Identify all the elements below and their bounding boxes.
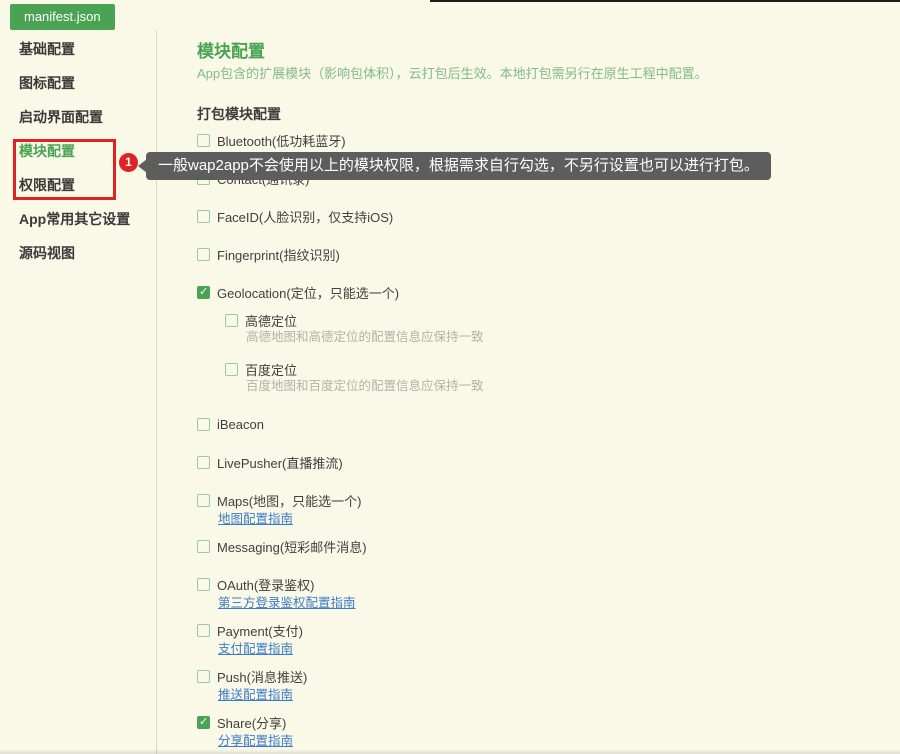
checkbox-checked-icon[interactable]: [197, 716, 210, 729]
module-label: 百度定位: [245, 360, 297, 379]
module-guide-link-wrap: 地图配置指南: [218, 512, 900, 526]
module-row-line: iBeacon: [197, 417, 900, 431]
module-row: 百度定位百度地图和百度定位的配置信息应保持一致: [225, 362, 900, 393]
module-label: Fingerprint(指纹识别): [217, 245, 340, 264]
module-row-line: 百度定位: [225, 362, 900, 376]
module-description: 高德地图和高德定位的配置信息应保持一致: [246, 330, 900, 344]
sidebar-nav: 基础配置图标配置启动界面配置模块配置权限配置App常用其它设置源码视图: [0, 32, 156, 270]
module-row: Messaging(短彩邮件消息): [197, 539, 900, 553]
module-row-line: Share(分享): [197, 715, 900, 729]
module-label: Push(消息推送): [217, 667, 307, 686]
module-row: Push(消息推送) 推送配置指南: [197, 669, 900, 702]
checkbox-icon[interactable]: [197, 210, 210, 223]
module-label: FaceID(人脸识别，仅支持iOS): [217, 207, 393, 226]
module-label: Payment(支付): [217, 621, 303, 640]
module-guide-link[interactable]: 分享配置指南: [218, 734, 293, 748]
module-guide-link-wrap: 支付配置指南: [218, 642, 900, 656]
tab-manifest-json[interactable]: manifest.json: [10, 4, 115, 30]
checkbox-icon[interactable]: [225, 314, 238, 327]
checkbox-icon[interactable]: [197, 540, 210, 553]
module-guide-link-wrap: 第三方登录鉴权配置指南: [218, 596, 900, 610]
sidebar-item-6[interactable]: 源码视图: [0, 236, 156, 270]
config-sidebar: 基础配置图标配置启动界面配置模块配置权限配置App常用其它设置源码视图: [0, 30, 157, 754]
checkbox-icon[interactable]: [197, 670, 210, 683]
section-title: 打包模块配置: [197, 106, 900, 123]
sidebar-item-1[interactable]: 图标配置: [0, 66, 156, 100]
checkbox-icon[interactable]: [225, 363, 238, 376]
module-row: OAuth(登录鉴权) 第三方登录鉴权配置指南: [197, 577, 900, 610]
module-row: Share(分享)分享配置指南微信分享: [197, 715, 900, 754]
module-label: Maps(地图，只能选一个): [217, 491, 361, 510]
page-subtitle: App包含的扩展模块（影响包体积），云打包后生效。本地打包需另行在原生工程中配置…: [197, 65, 900, 82]
module-row: 高德定位高德地图和高德定位的配置信息应保持一致: [225, 313, 900, 344]
module-label: Geolocation(定位，只能选一个): [217, 283, 399, 302]
module-row: Payment(支付) 支付配置指南: [197, 623, 900, 656]
module-label: Share(分享): [217, 713, 286, 732]
module-row: LivePusher(直播推流): [197, 455, 900, 469]
checkbox-checked-icon[interactable]: [197, 286, 210, 299]
page-title: 模块配置: [197, 42, 900, 62]
module-row: Fingerprint(指纹识别): [197, 247, 900, 261]
module-row: FaceID(人脸识别，仅支持iOS): [197, 209, 900, 223]
module-guide-link[interactable]: 支付配置指南: [218, 642, 293, 656]
sidebar-item-4[interactable]: 权限配置: [0, 168, 156, 202]
sidebar-item-5[interactable]: App常用其它设置: [0, 202, 156, 236]
module-row-line: Payment(支付): [197, 623, 900, 637]
checkbox-icon[interactable]: [197, 248, 210, 261]
module-description: 百度地图和百度定位的配置信息应保持一致: [246, 379, 900, 393]
module-row: iBeacon: [197, 417, 900, 431]
sidebar-item-2[interactable]: 启动界面配置: [0, 100, 156, 134]
module-label: LivePusher(直播推流): [217, 453, 343, 472]
module-row-line: FaceID(人脸识别，仅支持iOS): [197, 209, 900, 223]
module-row-line: Maps(地图，只能选一个): [197, 493, 900, 507]
module-list: Bluetooth(低功耗蓝牙)Contact(通讯录)FaceID(人脸识别，…: [197, 133, 900, 754]
module-row-line: Push(消息推送): [197, 669, 900, 683]
annotation-tooltip: 一般wap2app不会使用以上的模块权限，根据需求自行勾选，不另行设置也可以进行…: [146, 152, 771, 180]
module-children: 高德定位高德地图和高德定位的配置信息应保持一致百度定位百度地图和百度定位的配置信…: [225, 313, 900, 393]
checkbox-icon[interactable]: [197, 134, 210, 147]
module-row: Bluetooth(低功耗蓝牙): [197, 133, 900, 147]
checkbox-icon[interactable]: [197, 578, 210, 591]
checkbox-icon[interactable]: [197, 418, 210, 431]
module-row-line: Messaging(短彩邮件消息): [197, 539, 900, 553]
module-guide-link[interactable]: 推送配置指南: [218, 688, 293, 702]
checkbox-icon[interactable]: [197, 624, 210, 637]
module-guide-link[interactable]: 第三方登录鉴权配置指南: [218, 596, 356, 610]
module-guide-link-wrap: 分享配置指南: [218, 734, 900, 748]
module-row: Geolocation(定位，只能选一个) 高德定位高德地图和高德定位的配置信息应…: [197, 285, 900, 393]
main-layout: 基础配置图标配置启动界面配置模块配置权限配置App常用其它设置源码视图 模块配置…: [0, 30, 900, 754]
module-row-line: Fingerprint(指纹识别): [197, 247, 900, 261]
annotation-step-badge: 1: [119, 153, 138, 172]
module-row-line: LivePusher(直播推流): [197, 455, 900, 469]
module-guide-link-wrap: 推送配置指南: [218, 688, 900, 702]
module-label: Messaging(短彩邮件消息): [217, 537, 367, 556]
checkbox-icon[interactable]: [197, 456, 210, 469]
module-label: OAuth(登录鉴权): [217, 575, 315, 594]
module-row-line: Geolocation(定位，只能选一个): [197, 285, 900, 299]
module-label: Bluetooth(低功耗蓝牙): [217, 131, 346, 150]
checkbox-icon[interactable]: [197, 494, 210, 507]
module-row-line: OAuth(登录鉴权): [197, 577, 900, 591]
module-label: iBeacon: [217, 417, 264, 432]
window-top-edge: [430, 0, 900, 2]
sidebar-item-0[interactable]: 基础配置: [0, 32, 156, 66]
module-label: 高德定位: [245, 311, 297, 330]
module-guide-link[interactable]: 地图配置指南: [218, 512, 293, 526]
module-row-line: 高德定位: [225, 313, 900, 327]
module-row: Maps(地图，只能选一个) 地图配置指南: [197, 493, 900, 526]
tab-bar: manifest.json: [0, 0, 900, 30]
module-row-line: Bluetooth(低功耗蓝牙): [197, 133, 900, 147]
module-config-panel: 模块配置 App包含的扩展模块（影响包体积），云打包后生效。本地打包需另行在原生…: [157, 30, 900, 754]
